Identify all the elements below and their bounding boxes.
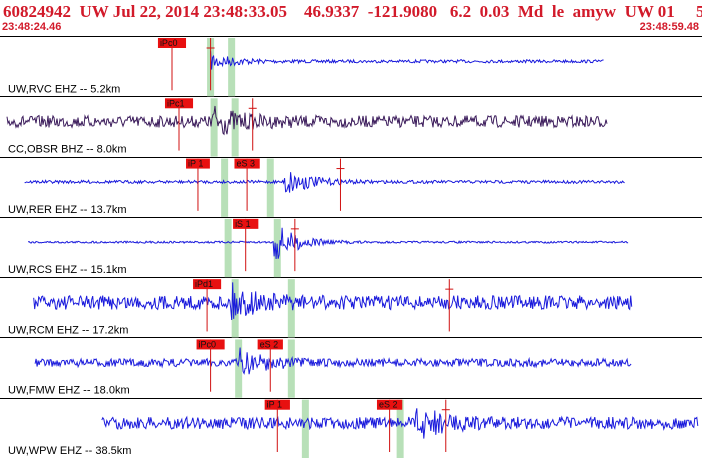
s-window [231,98,239,157]
waveform [27,227,629,260]
pick-label: iPc0 [160,38,178,48]
station-label: UW,RCM EHZ -- 17.2km [8,324,128,336]
pick-label: iP 1 [267,400,282,410]
s-window [228,38,236,97]
trace-panel[interactable]: iPc0 UW,RVC EHZ -- 5.2km iPc1 CC,OBSR BHZ -… [0,36,702,458]
station-label: UW,FMW EHZ -- 18.0km [8,385,130,397]
p-window [224,218,232,278]
pick-label: iP 1 [188,159,203,169]
trace-row[interactable]: iP 1 eS 2 UW,WPW EHZ -- 38.5km [8,399,699,458]
pick-label: iPc0 [199,339,217,349]
s-window [287,339,295,398]
p-window [301,399,309,458]
time-end: 23:48:59.48 [639,21,699,33]
waveform [210,51,604,70]
waveform [34,347,632,375]
p-window [210,98,218,157]
trace-row[interactable]: iPd1 UW,RCM EHZ -- 17.2km [8,279,633,338]
s-window [266,158,274,217]
pick-label: iPc1 [167,98,185,108]
s-window [287,279,295,338]
trace-row[interactable]: iPc1 CC,OBSR BHZ -- 8.0km [6,98,608,157]
pick-label: eS 3 [236,159,255,169]
waveform [24,172,625,193]
p-window [235,339,243,398]
station-label: UW,RCS EHZ -- 15.1km [8,264,127,276]
p-window [221,158,229,217]
event-header: 60824942 UW Jul 22, 2014 23:48:33.05 46.… [0,0,702,36]
waveform [33,282,633,321]
trace-row[interactable]: iPc0 eS 2 UW,FMW EHZ -- 18.0km [8,339,632,398]
trace-row[interactable]: iPc0 UW,RVC EHZ -- 5.2km [8,38,604,97]
station-label: UW,WPW EHZ -- 38.5km [8,445,131,457]
trace-row[interactable]: iP 1 eS 3 UW,RER EHZ -- 13.7km [8,158,625,217]
time-start: 23:48:24.46 [2,21,62,33]
station-label: UW,RVC EHZ -- 5.2km [8,83,120,95]
waveform [6,105,608,136]
station-label: CC,OBSR BHZ -- 8.0km [8,144,127,156]
station-label: UW,RER EHZ -- 13.7km [8,204,127,216]
pick-label: eS 2 [379,400,398,410]
pick-label: eS 2 [260,339,279,349]
pick-label: iPd1 [195,279,213,289]
seismogram-viewer: 60824942 UW Jul 22, 2014 23:48:33.05 46.… [0,0,702,458]
trace-row[interactable]: iS 1 UW,RCS EHZ -- 15.1km [8,218,629,278]
pick-label: iS 1 [235,219,251,229]
event-title: 60824942 UW Jul 22, 2014 23:48:33.05 46.… [3,2,702,21]
